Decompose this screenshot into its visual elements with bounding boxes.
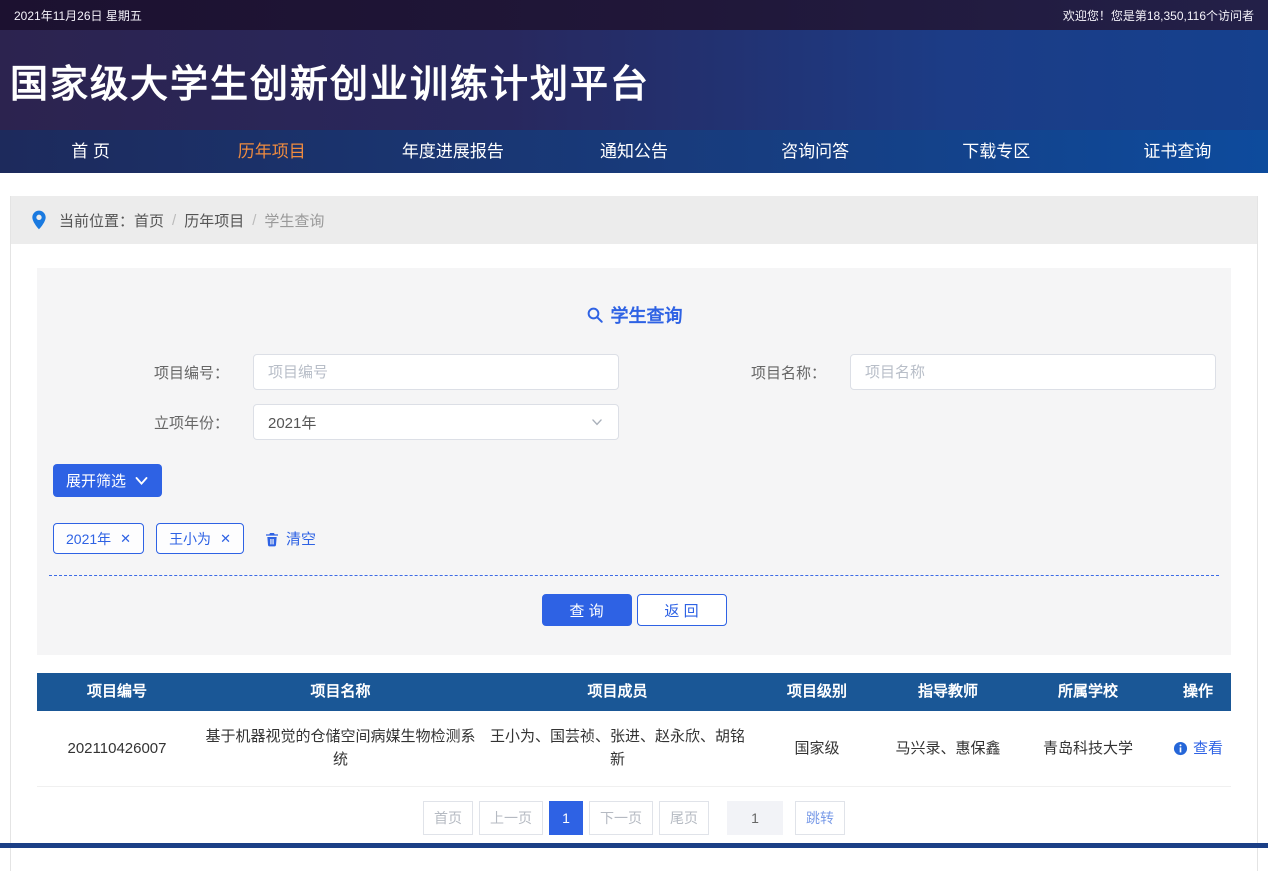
project-code-field-group: 项目编号：	[37, 354, 634, 390]
student-query-panel: 学生查询 项目编号： 项目名称： 立项年份： 2021年	[37, 268, 1231, 655]
form-row-1: 项目编号： 项目名称：	[37, 354, 1231, 390]
filter-tag-year[interactable]: 2021年 ✕	[53, 523, 145, 554]
query-button[interactable]: 查 询	[541, 594, 632, 626]
location-pin-icon	[32, 210, 46, 230]
dashed-divider	[49, 575, 1219, 576]
project-name-field-group: 项目名称：	[634, 354, 1231, 390]
year-select-value: 2021年	[268, 414, 317, 432]
info-icon	[1173, 741, 1188, 755]
year-select[interactable]: 2021年	[253, 404, 619, 440]
cell-actions: 查看	[1163, 711, 1233, 786]
expand-filters-label: 展开筛选	[66, 473, 127, 490]
project-code-label: 项目编号：	[153, 364, 229, 382]
back-button[interactable]: 返 回	[636, 594, 727, 626]
close-icon[interactable]: ✕	[220, 532, 231, 545]
project-name-label: 项目名称：	[750, 364, 826, 382]
breadcrumb-home[interactable]: 首页	[134, 210, 164, 231]
breadcrumb-separator: /	[172, 211, 177, 229]
panel-title-text: 学生查询	[610, 306, 683, 326]
site-title: 国家级大学生创新创业训练计划平台	[10, 63, 651, 106]
pagination-prev[interactable]: 上一页	[479, 800, 543, 835]
breadcrumb: 当前位置： 首页 / 历年项目 / 学生查询	[11, 196, 1257, 244]
visitor-counter: 欢迎您！您是第18,350,116个访问者	[1062, 8, 1254, 23]
year-label: 立项年份：	[153, 414, 229, 432]
project-name-input[interactable]	[850, 354, 1216, 390]
nav-item-downloads[interactable]: 下载专区	[906, 130, 1087, 173]
project-code-input[interactable]	[253, 354, 619, 390]
expand-filters-button[interactable]: 展开筛选	[53, 464, 163, 497]
cell-teachers: 马兴录、惠保鑫	[895, 739, 1001, 757]
nav-item-certificate-query[interactable]: 证书查询	[1087, 130, 1268, 173]
view-details-link[interactable]: 查看	[1173, 737, 1223, 760]
panel-title: 学生查询	[37, 302, 1231, 328]
breadcrumb-prefix: 当前位置：	[59, 212, 135, 230]
filter-tag-label: 王小为	[169, 530, 212, 547]
col-header-teachers: 指导教师	[917, 683, 978, 700]
col-header-level: 项目级别	[786, 683, 847, 700]
table-row: 202110426007 基于机器视觉的仓储空间病媒生物检测系统 王小为、国芸祯…	[37, 711, 1231, 787]
pagination-jump-input[interactable]	[727, 800, 783, 835]
results-table: 项目编号 项目名称 项目成员 项目级别 指导教师 所属学校 操作 2021104…	[37, 673, 1231, 787]
pagination-first[interactable]: 首页	[423, 800, 473, 835]
form-row-2: 立项年份： 2021年	[37, 404, 1231, 440]
search-icon	[587, 307, 603, 323]
table-header-row: 项目编号 项目名称 项目成员 项目级别 指导教师 所属学校 操作	[37, 673, 1231, 711]
col-header-project-name: 项目名称	[310, 683, 371, 700]
action-buttons-row: 查 询 返 回	[37, 594, 1231, 626]
col-header-actions: 操作	[1182, 683, 1213, 700]
nav-item-past-projects[interactable]: 历年项目	[181, 130, 362, 173]
cell-level: 国家级	[794, 739, 840, 757]
cell-project-code: 202110426007	[67, 739, 167, 757]
current-date: 2021年11月26日 星期五	[14, 8, 142, 23]
main-nav: 首 页 历年项目 年度进展报告 通知公告 咨询问答 下载专区 证书查询	[0, 130, 1268, 173]
close-icon[interactable]: ✕	[120, 532, 131, 545]
clear-filters-label: 清空	[285, 531, 316, 548]
nav-item-qa[interactable]: 咨询问答	[725, 130, 906, 173]
cell-school: 青岛科技大学	[1042, 739, 1133, 757]
chevron-down-icon	[592, 419, 602, 426]
page-body: 当前位置： 首页 / 历年项目 / 学生查询 学生查询 项目编号： 项目名称：	[10, 196, 1258, 871]
filter-tags-row: 2021年 ✕ 王小为 ✕ 清空	[53, 523, 1231, 554]
col-header-school: 所属学校	[1057, 683, 1118, 700]
footer-bar	[0, 843, 1268, 848]
col-header-project-code: 项目编号	[86, 683, 147, 700]
cell-project-name: 基于机器视觉的仓储空间病媒生物检测系统	[205, 728, 476, 769]
cell-members: 王小为、国芸祯、张进、赵永欣、胡铭新	[490, 728, 746, 769]
pagination: 首页 上一页 1 下一页 尾页 跳转	[11, 800, 1257, 835]
view-details-label: 查看	[1192, 739, 1223, 757]
pagination-page-1[interactable]: 1	[549, 800, 583, 835]
filter-tag-label: 2021年	[66, 530, 112, 547]
chevron-down-icon	[135, 477, 148, 486]
breadcrumb-student-query: 学生查询	[264, 212, 325, 230]
nav-item-annual-report[interactable]: 年度进展报告	[362, 130, 543, 173]
filter-tag-student[interactable]: 王小为 ✕	[156, 523, 244, 554]
pagination-jump-button[interactable]: 跳转	[795, 800, 845, 835]
breadcrumb-past-projects[interactable]: 历年项目	[184, 210, 244, 231]
breadcrumb-separator: /	[252, 211, 257, 229]
nav-item-home[interactable]: 首 页	[0, 130, 181, 173]
trash-icon	[265, 532, 278, 546]
pagination-next[interactable]: 下一页	[589, 800, 653, 835]
nav-item-notices[interactable]: 通知公告	[543, 130, 724, 173]
topbar: 2021年11月26日 星期五 欢迎您！您是第18,350,116个访问者	[0, 0, 1268, 30]
clear-filters-button[interactable]: 清空	[264, 528, 316, 549]
site-banner: 国家级大学生创新创业训练计划平台	[0, 30, 1268, 130]
pagination-last[interactable]: 尾页	[659, 800, 709, 835]
year-field-group: 立项年份： 2021年	[37, 404, 634, 440]
col-header-members: 项目成员	[587, 683, 648, 700]
